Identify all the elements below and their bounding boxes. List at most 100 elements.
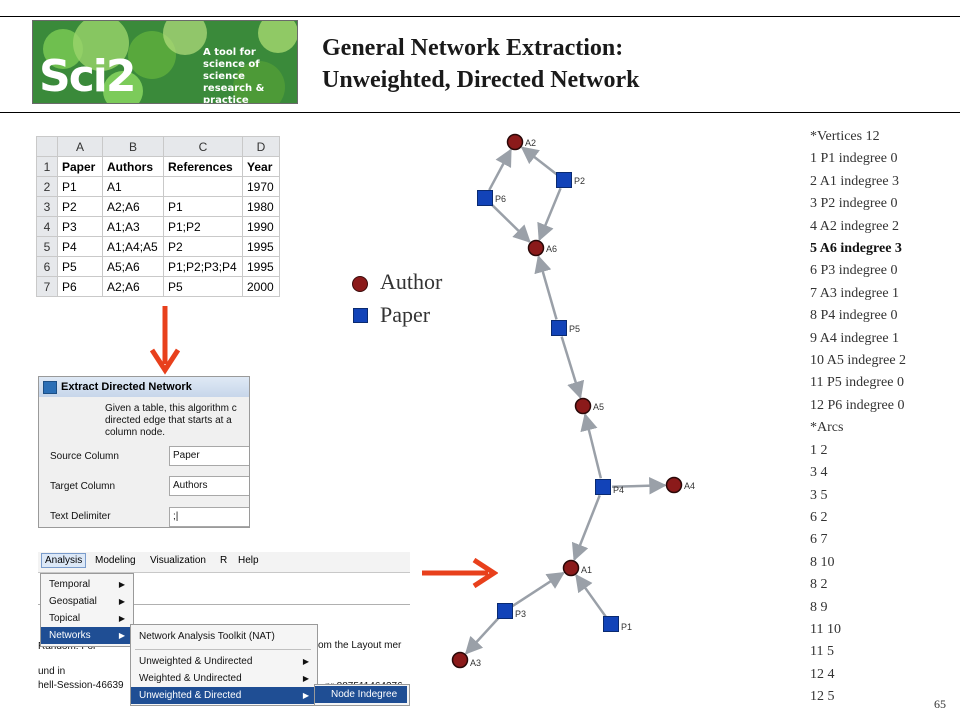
target-column-select[interactable]: Authors [169, 476, 249, 496]
table-row: 1 Paper Authors References Year [36, 156, 280, 177]
chevron-right-icon: ▶ [118, 580, 125, 589]
window-icon [43, 381, 57, 394]
title-line-1: General Network Extraction: [322, 35, 624, 61]
menu-item-unweighted-undirected[interactable]: Unweighted & Undirected ▶ [131, 653, 315, 670]
node-P1 [603, 616, 619, 632]
table-cell: P5 [57, 256, 103, 277]
edge-P2-A2 [520, 146, 558, 176]
directed-submenu: Node Indegree [314, 684, 410, 706]
table-cell: 1970 [242, 176, 280, 197]
menu-analysis[interactable]: Analysis [41, 553, 87, 568]
table-cell: P1;P2;P3;P4 [163, 256, 243, 277]
node-label-A1: A1 [581, 565, 592, 575]
menu-item-networks[interactable]: Networks ▶ [41, 627, 131, 644]
pajek-line: 12 P6 indegree 0 [810, 397, 905, 413]
pajek-line: 4 A2 indegree 2 [810, 218, 900, 234]
text-delimiter-input[interactable]: ;| [169, 507, 249, 527]
text-delimiter-label: Text Delimiter [50, 511, 111, 522]
node-label-P6: P6 [495, 194, 506, 204]
pajek-line: 11 5 [810, 644, 834, 660]
menu-item-unweighted-directed[interactable]: Unweighted & Directed ▶ [131, 687, 315, 704]
row-number: 5 [36, 236, 58, 257]
menu-item-topical[interactable]: Topical ▶ [41, 610, 131, 627]
edge-P3-A1 [511, 571, 565, 608]
pajek-line: 7 A3 indegree 1 [810, 285, 900, 301]
node-A1 [562, 559, 580, 577]
menu-item-geospatial[interactable]: Geospatial ▶ [41, 593, 131, 610]
pajek-line: 8 2 [810, 577, 828, 593]
menu-bar: Analysis Modeling Visualization R Help [38, 552, 410, 573]
node-A6 [527, 239, 545, 257]
column-letter: A [57, 136, 103, 157]
table-cell: A2;A6 [102, 276, 164, 297]
page-number: 65 [934, 697, 946, 711]
pajek-line: 12 5 [810, 689, 835, 705]
source-column-select[interactable]: Paper [169, 446, 249, 466]
menu-item-node-indegree[interactable]: Node Indegree [315, 686, 407, 703]
logo-mark: Sci2 [39, 51, 136, 102]
pajek-line: 3 4 [810, 465, 828, 481]
table-cell: 2000 [242, 276, 280, 297]
pajek-line: 8 P4 indegree 0 [810, 308, 898, 324]
node-label-P3: P3 [515, 609, 526, 619]
table-cell: P3 [57, 216, 103, 237]
logo-tagline: A tool for science of science research &… [203, 47, 265, 104]
table-cell: 1980 [242, 196, 280, 217]
pajek-line: 11 10 [810, 621, 841, 637]
pajek-line: 8 9 [810, 599, 828, 615]
node-label-P5: P5 [569, 324, 580, 334]
table-cell: Year [242, 156, 280, 177]
edge-P6-A2 [488, 148, 512, 191]
table-cell: P1 [57, 176, 103, 197]
menu-help[interactable]: Help [238, 555, 259, 566]
node-P2 [556, 172, 572, 188]
row-number: 4 [36, 216, 58, 237]
menu-item-nat[interactable]: Network Analysis Toolkit (NAT) [131, 628, 315, 645]
node-P4 [595, 479, 611, 495]
paper-legend-icon [353, 308, 368, 323]
edge-P4-A5 [580, 413, 603, 479]
pajek-line: 1 2 [810, 442, 828, 458]
table-cell: References [163, 156, 243, 177]
node-label-P4: P4 [613, 485, 624, 495]
table-cell: A1 [102, 176, 164, 197]
menu-visualization[interactable]: Visualization [150, 555, 206, 566]
directed-network-graph: A2 P2 P6 A6 P5 A5 P4 A4 A1 P3 P1 A3 [451, 133, 695, 669]
menu-item-weighted-undirected[interactable]: Weighted & Undirected ▶ [131, 670, 315, 687]
console-text: und in [38, 666, 66, 677]
networks-submenu: Network Analysis Toolkit (NAT) Unweighte… [130, 624, 318, 706]
pajek-line: 11 P5 indegree 0 [810, 375, 904, 391]
chevron-right-icon: ▶ [302, 674, 309, 683]
node-A3 [451, 651, 469, 669]
dialog-titlebar: Extract Directed Network [39, 377, 249, 397]
chevron-right-icon: ▶ [118, 631, 125, 640]
row-number: 6 [36, 256, 58, 277]
console-text: om the Layout mer [318, 640, 402, 651]
corner-cell [36, 136, 58, 157]
down-arrow-icon [150, 306, 180, 375]
pajek-line: 6 2 [810, 509, 828, 525]
menu-item-temporal[interactable]: Temporal ▶ [41, 576, 131, 593]
edge-P4-A1 [571, 494, 601, 562]
table-cell: 1995 [242, 236, 280, 257]
header-bottom-rule [0, 112, 960, 113]
menu-r[interactable]: R [220, 555, 227, 566]
author-legend-icon [352, 276, 368, 292]
node-P5 [551, 320, 567, 336]
table-cell: Authors [102, 156, 164, 177]
pajek-line: 2 A1 indegree 3 [810, 173, 900, 189]
menu-modeling[interactable]: Modeling [95, 555, 136, 566]
pajek-line: 8 10 [810, 554, 835, 570]
table-cell: A5;A6 [102, 256, 164, 277]
edge-P2-A6 [537, 187, 562, 242]
chevron-right-icon: ▶ [118, 614, 125, 623]
table-row: 3 P2 A2;A6 P1 1980 [36, 196, 280, 217]
page-title: General Network Extraction: Unweighted, … [322, 32, 640, 96]
node-label-P2: P2 [574, 176, 585, 186]
header-top-rule [0, 16, 960, 17]
dialog-desc-line: column node. [105, 427, 166, 438]
legend-paper-label: Paper [380, 302, 431, 327]
dialog-title: Extract Directed Network [61, 381, 192, 393]
spreadsheet-column-header: ABCD [36, 136, 280, 157]
table-row: 5 P4 A1;A4;A5 P2 1995 [36, 236, 280, 257]
